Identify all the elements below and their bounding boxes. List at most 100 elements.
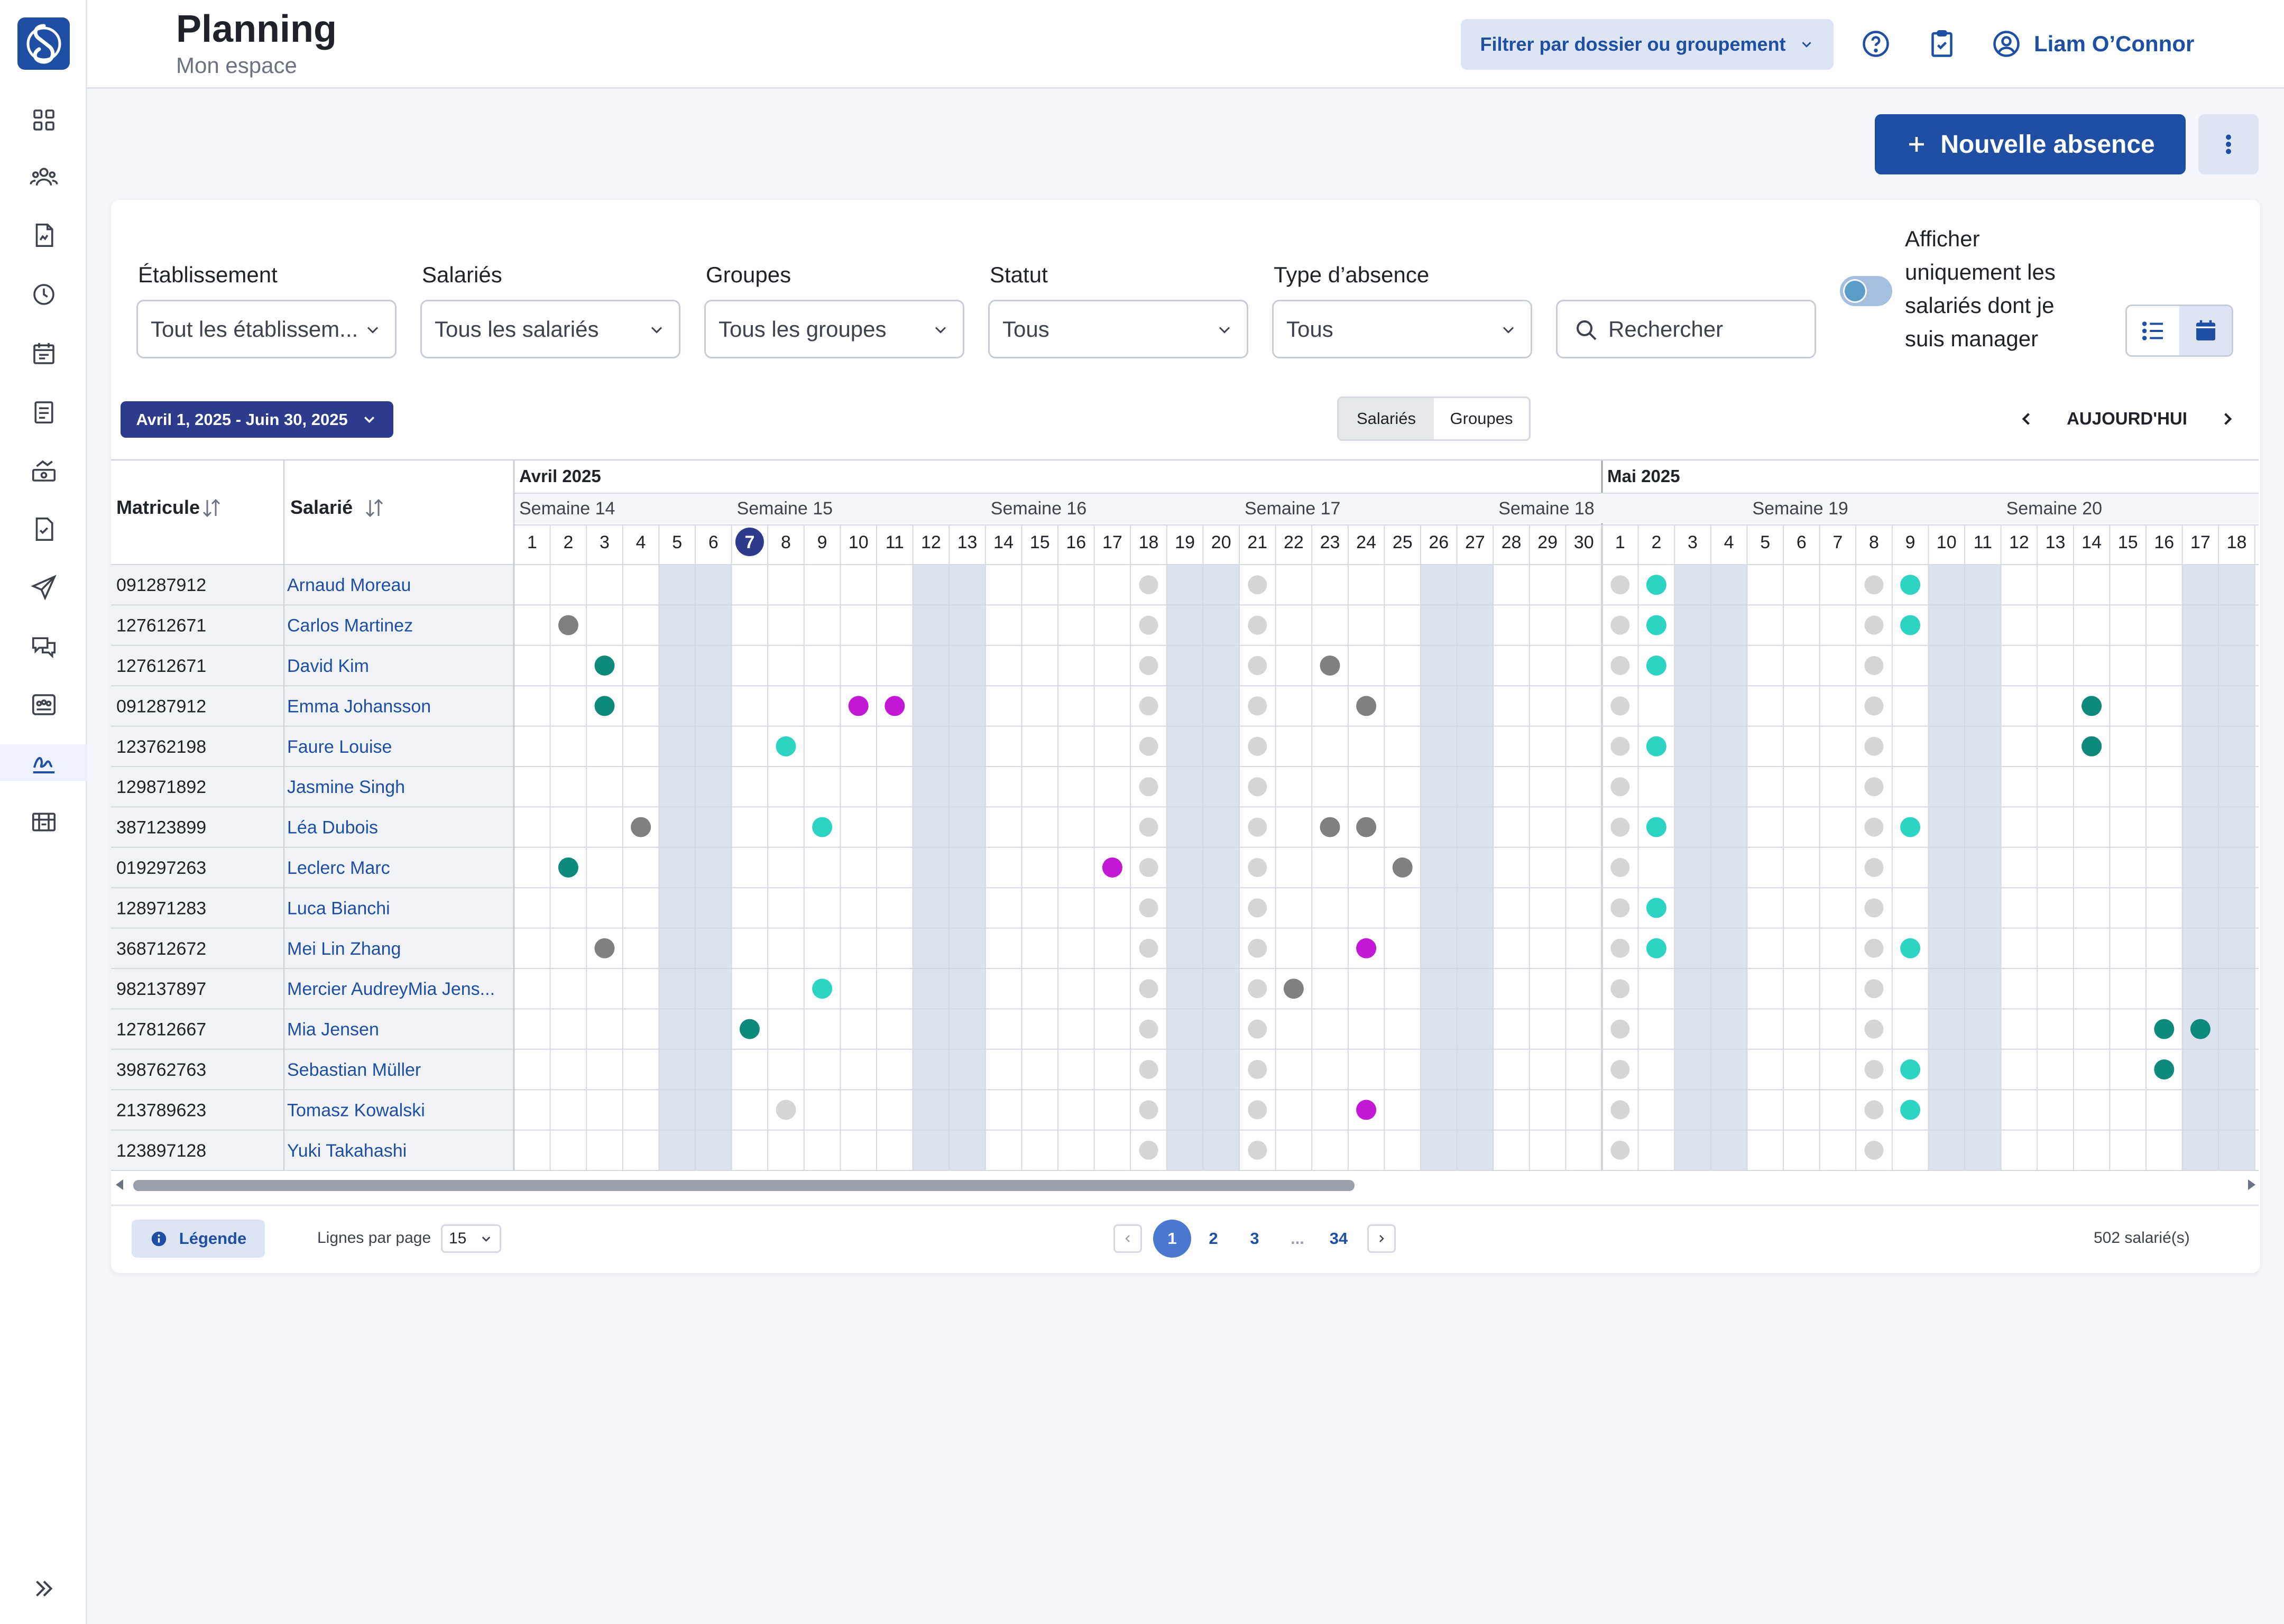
day-label[interactable]: 9 xyxy=(817,532,827,552)
day-label[interactable]: 21 xyxy=(1247,532,1267,552)
prev-page-button[interactable] xyxy=(1113,1224,1142,1253)
next-page-button[interactable] xyxy=(1367,1224,1396,1253)
absence-marker[interactable] xyxy=(1646,575,1666,595)
absence-marker[interactable] xyxy=(1646,817,1666,837)
absence-marker[interactable] xyxy=(1356,817,1377,837)
absence-marker[interactable] xyxy=(631,817,651,837)
day-label[interactable]: 3 xyxy=(1688,532,1698,552)
absence-marker[interactable] xyxy=(1900,615,1921,635)
day-label[interactable]: 4 xyxy=(636,532,646,552)
day-label[interactable]: 7 xyxy=(744,532,754,552)
absence-marker[interactable] xyxy=(1646,736,1666,756)
day-label[interactable]: 20 xyxy=(1211,532,1231,552)
absence-marker[interactable] xyxy=(1900,1100,1921,1120)
day-label[interactable]: 10 xyxy=(849,532,869,552)
day-label[interactable]: 9 xyxy=(1905,532,1915,552)
employee-name-link[interactable]: Faure Louise xyxy=(287,737,392,757)
day-label[interactable]: 30 xyxy=(1574,532,1594,552)
day-label[interactable]: 8 xyxy=(781,532,791,552)
day-label[interactable]: 16 xyxy=(1066,532,1086,552)
employee-name-link[interactable]: Mei Lin Zhang xyxy=(287,939,401,959)
absence-marker[interactable] xyxy=(812,979,833,999)
absence-marker[interactable] xyxy=(848,696,869,716)
day-label[interactable]: 25 xyxy=(1393,532,1413,552)
day-label[interactable]: 7 xyxy=(1832,532,1843,552)
absence-marker[interactable] xyxy=(1356,938,1377,958)
employee-name-link[interactable]: Luca Bianchi xyxy=(287,898,390,918)
day-label[interactable]: 1 xyxy=(527,532,537,552)
absence-marker[interactable] xyxy=(2154,1059,2175,1079)
absence-marker[interactable] xyxy=(812,817,833,837)
day-label[interactable]: 2 xyxy=(1651,532,1661,552)
absence-marker[interactable] xyxy=(1646,656,1666,676)
employee-name-link[interactable]: Sebastian Müller xyxy=(287,1060,421,1080)
absence-marker[interactable] xyxy=(594,656,615,676)
day-label[interactable]: 28 xyxy=(1502,532,1522,552)
absence-marker[interactable] xyxy=(1283,979,1304,999)
page-34-button[interactable]: 34 xyxy=(1324,1224,1353,1253)
absence-marker[interactable] xyxy=(776,1100,796,1120)
absence-marker[interactable] xyxy=(1356,696,1377,716)
scrollbar-thumb[interactable] xyxy=(133,1180,1355,1191)
day-label[interactable]: 11 xyxy=(1974,532,1992,552)
absence-marker[interactable] xyxy=(739,1019,760,1039)
employee-name-link[interactable]: Léa Dubois xyxy=(287,818,378,838)
absence-marker[interactable] xyxy=(2154,1019,2175,1039)
day-label[interactable]: 1 xyxy=(1615,532,1625,552)
day-label[interactable]: 5 xyxy=(672,532,682,552)
day-label[interactable]: 3 xyxy=(600,532,610,552)
day-label[interactable]: 18 xyxy=(1139,532,1159,552)
employee-name-link[interactable]: Mia Jensen xyxy=(287,1020,379,1040)
absence-marker[interactable] xyxy=(2190,1019,2211,1039)
day-label[interactable]: 19 xyxy=(1175,532,1195,552)
day-label[interactable]: 14 xyxy=(2082,532,2102,552)
day-label[interactable]: 22 xyxy=(1284,532,1304,552)
employee-name-link[interactable]: Tomasz Kowalski xyxy=(287,1100,425,1120)
absence-marker[interactable] xyxy=(558,857,578,878)
absence-marker[interactable] xyxy=(1646,898,1666,918)
day-label[interactable]: 11 xyxy=(886,532,904,552)
employee-name-link[interactable]: Yuki Takahashi xyxy=(287,1141,407,1161)
absence-marker[interactable] xyxy=(776,736,796,756)
day-label[interactable]: 15 xyxy=(2118,532,2138,552)
employee-name-link[interactable]: David Kim xyxy=(287,656,369,676)
day-label[interactable]: 18 xyxy=(2227,532,2247,552)
day-label[interactable]: 10 xyxy=(1937,532,1957,552)
page-2-button[interactable]: 2 xyxy=(1199,1224,1228,1253)
absence-marker[interactable] xyxy=(558,615,578,635)
day-label[interactable]: 23 xyxy=(1320,532,1340,552)
day-label[interactable]: 12 xyxy=(2009,532,2029,552)
employee-name-link[interactable]: Leclerc Marc xyxy=(287,858,390,878)
day-label[interactable]: 24 xyxy=(1356,532,1376,552)
day-label[interactable]: 4 xyxy=(1724,532,1734,552)
absence-marker[interactable] xyxy=(2082,736,2102,756)
day-label[interactable]: 17 xyxy=(1102,532,1122,552)
absence-marker[interactable] xyxy=(1356,1100,1377,1120)
rows-per-page-select[interactable]: 15 xyxy=(441,1224,501,1253)
absence-marker[interactable] xyxy=(1102,857,1122,878)
expand-sidebar-icon[interactable] xyxy=(25,1570,62,1607)
column-header-matricule[interactable]: Matricule xyxy=(116,496,200,518)
day-label[interactable]: 29 xyxy=(1537,532,1558,552)
legend-button[interactable]: Légende xyxy=(132,1220,265,1258)
absence-marker[interactable] xyxy=(1646,615,1666,635)
day-label[interactable]: 14 xyxy=(993,532,1014,552)
day-label[interactable]: 13 xyxy=(957,532,978,552)
day-label[interactable]: 26 xyxy=(1429,532,1449,552)
absence-marker[interactable] xyxy=(1900,1059,1921,1079)
absence-marker[interactable] xyxy=(1392,857,1413,878)
day-label[interactable]: 17 xyxy=(2190,532,2211,552)
absence-marker[interactable] xyxy=(1900,575,1921,595)
day-label[interactable]: 2 xyxy=(563,532,573,552)
absence-marker[interactable] xyxy=(2082,696,2102,716)
absence-marker[interactable] xyxy=(1646,938,1666,958)
absence-marker[interactable] xyxy=(1320,656,1340,676)
day-label[interactable]: 6 xyxy=(1797,532,1807,552)
day-label[interactable]: 12 xyxy=(921,532,941,552)
absence-marker[interactable] xyxy=(594,938,615,958)
employee-name-link[interactable]: Mercier AudreyMia Jens... xyxy=(287,979,495,999)
absence-marker[interactable] xyxy=(1900,938,1921,958)
page-1-button[interactable]: 1 xyxy=(1153,1220,1191,1258)
employee-name-link[interactable]: Emma Johansson xyxy=(287,696,431,716)
day-label[interactable]: 15 xyxy=(1030,532,1050,552)
